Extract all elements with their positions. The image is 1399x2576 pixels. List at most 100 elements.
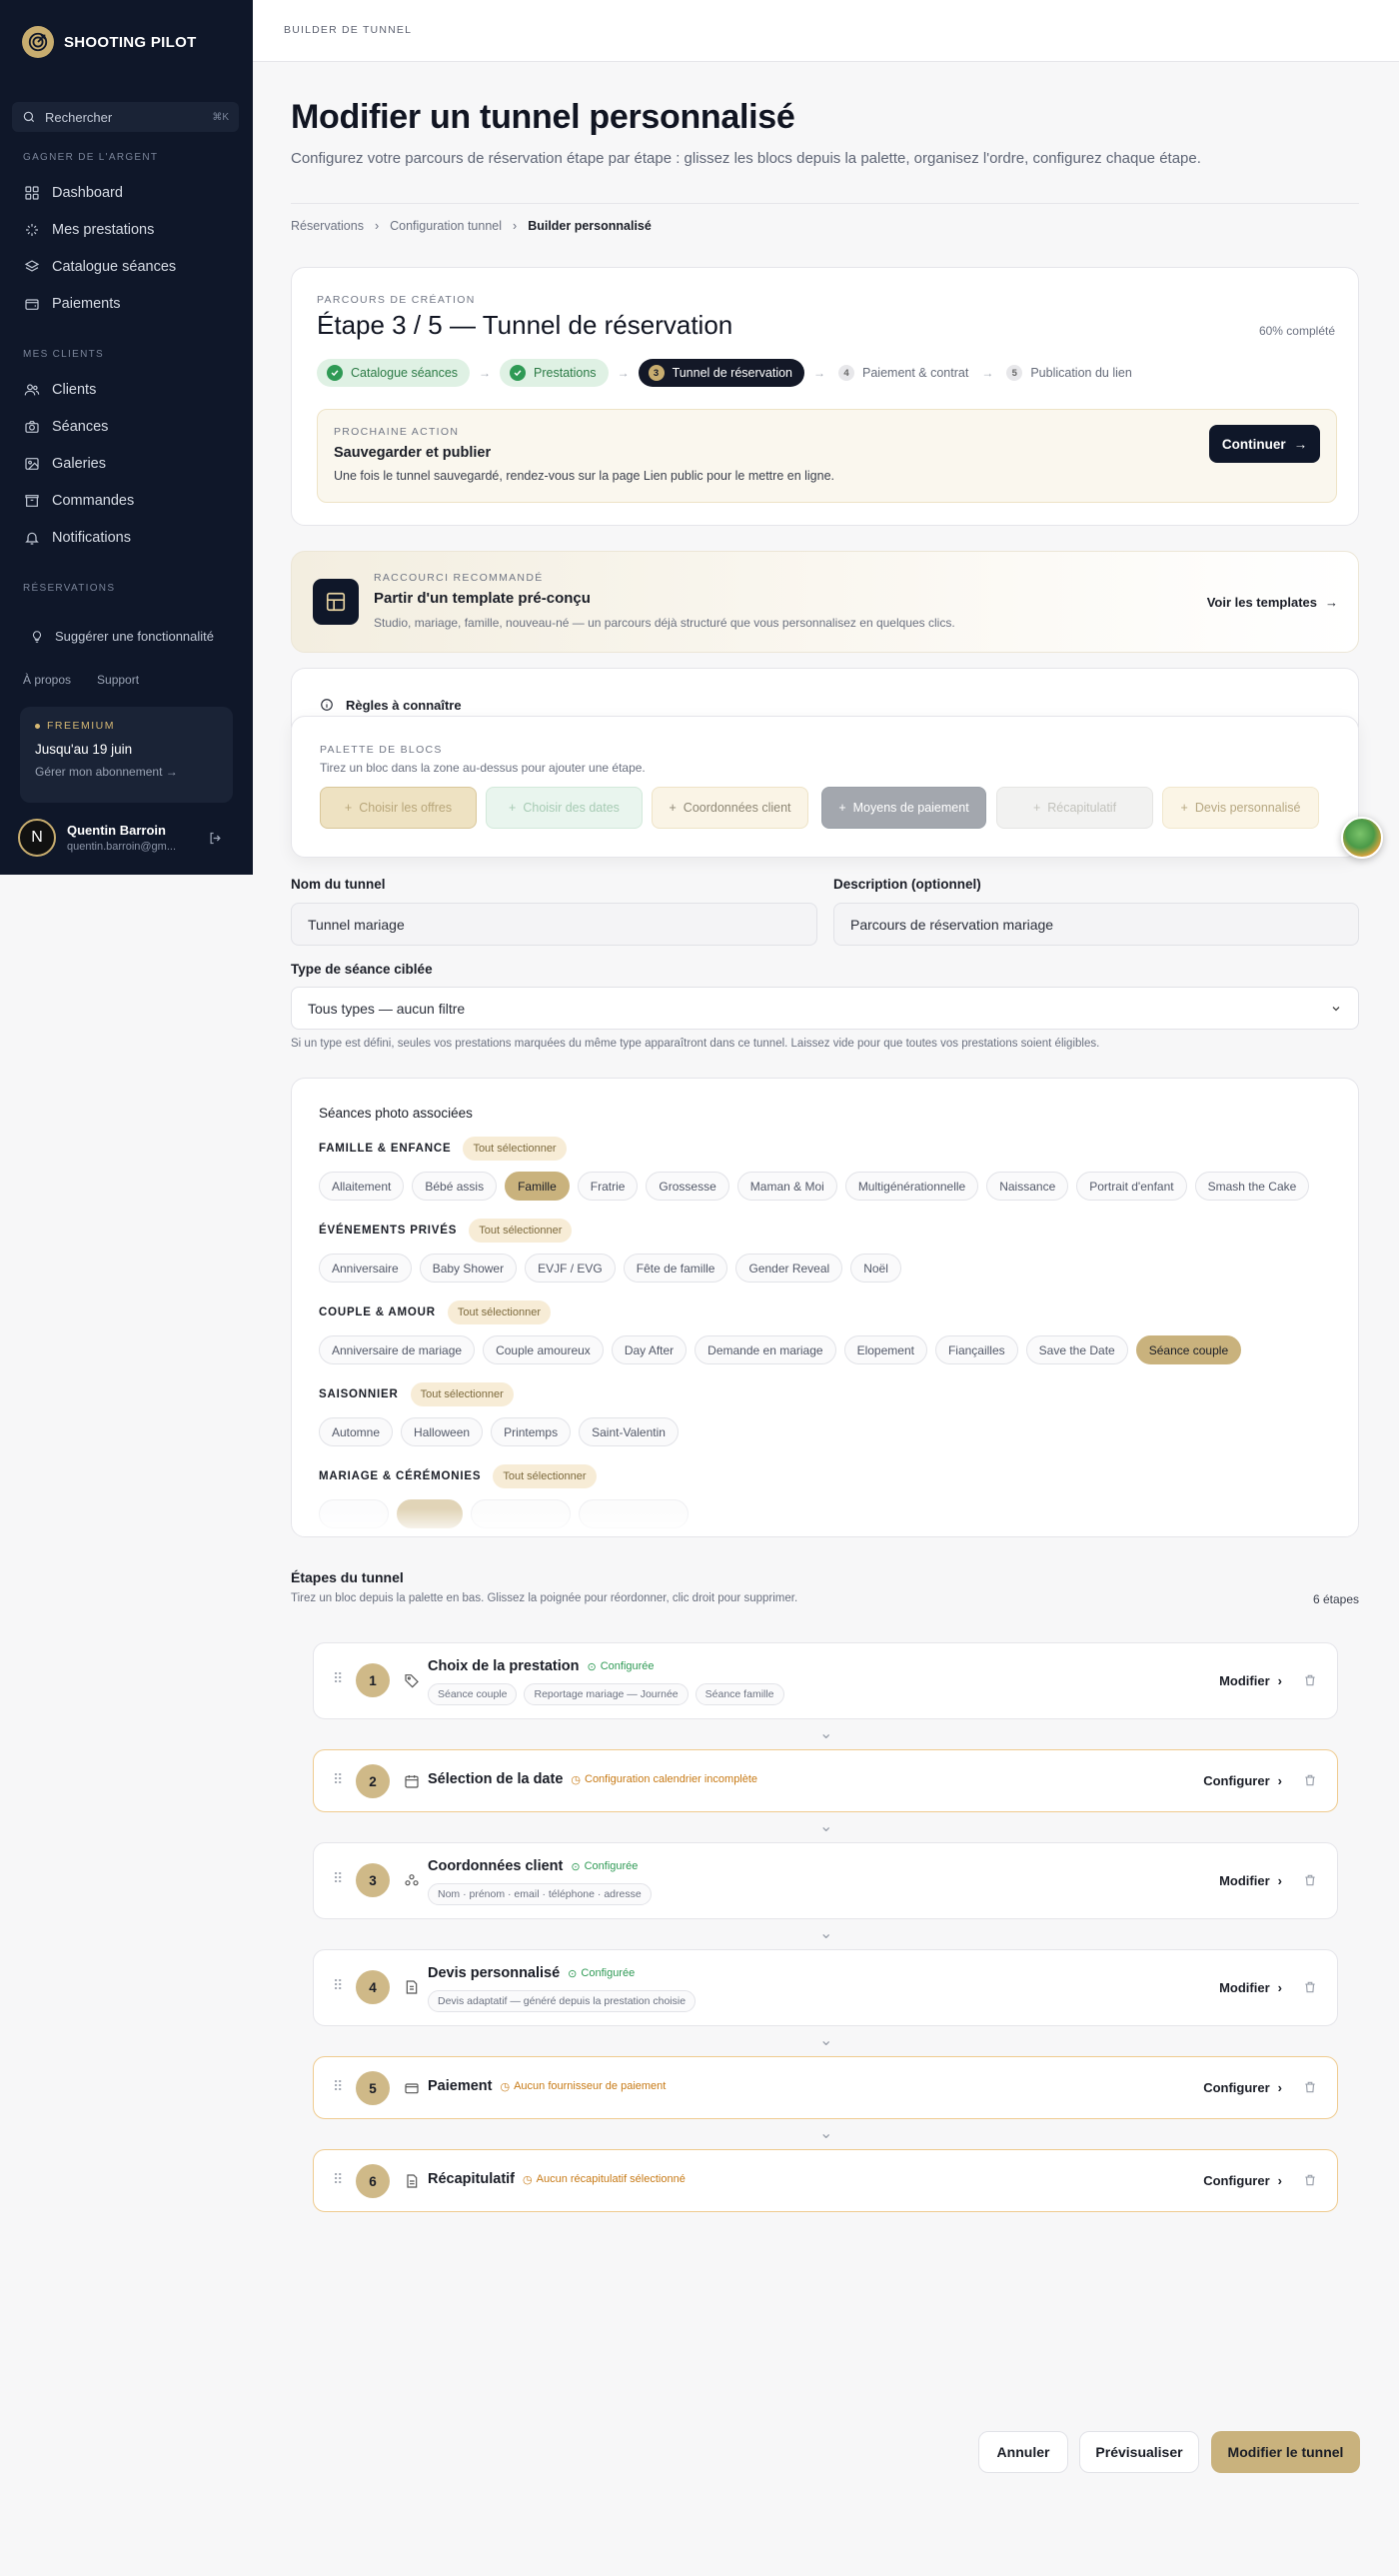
session-tag[interactable]: Séance couple — [1135, 1335, 1242, 1364]
configure-button[interactable]: Configurer › — [1203, 2080, 1282, 2095]
session-tag[interactable]: Saint-Valentin — [579, 1417, 679, 1446]
drag-handle-icon[interactable]: ⠿ — [333, 1870, 343, 1887]
session-tag[interactable]: Baby Shower — [419, 1254, 518, 1283]
configure-button[interactable]: Configurer › — [1203, 1773, 1282, 1788]
session-tag[interactable]: Fiançailles — [934, 1335, 1018, 1364]
tunnel-step-2[interactable]: ⠿ 2 Sélection de la date ◷ Configuration c… — [313, 1749, 1338, 1812]
manage-subscription-link[interactable]: Gérer mon abonnement → — [35, 765, 218, 779]
sidebar-item-seances[interactable]: Séances — [24, 415, 108, 439]
session-tag[interactable]: Day After — [611, 1335, 688, 1364]
session-tag[interactable]: Maman & Moi — [736, 1172, 837, 1201]
continue-button[interactable]: Continuer → — [1209, 425, 1320, 463]
select-all-button[interactable]: Tout sélectionner — [463, 1137, 567, 1161]
sidebar-item-paiements[interactable]: Paiements — [24, 292, 121, 316]
drag-handle-icon[interactable]: ⠿ — [333, 1977, 343, 1994]
session-tag[interactable]: Multigénérationnelle — [844, 1172, 979, 1201]
trash-icon[interactable] — [1303, 1773, 1317, 1787]
step-pill-tunnel[interactable]: 3 Tunnel de réservation — [638, 359, 805, 387]
palette-block-devis[interactable]: + Devis personnalisé — [1162, 787, 1319, 829]
session-tag[interactable]: Automne — [319, 1417, 394, 1446]
session-tag[interactable]: Famille — [505, 1172, 570, 1201]
step-pill-publication[interactable]: 5 Publication du lien — [1002, 359, 1135, 387]
session-tag[interactable]: Grossesse — [646, 1172, 729, 1201]
session-tag[interactable]: Portrait d'enfant — [1076, 1172, 1187, 1201]
breadcrumb-reservations[interactable]: Réservations — [291, 219, 364, 233]
submit-button[interactable]: Modifier le tunnel — [1211, 2431, 1360, 2473]
brand[interactable]: SHOOTING PILOT — [22, 26, 197, 58]
sidebar-item-commandes[interactable]: Commandes — [24, 489, 134, 513]
select-all-button[interactable]: Tout sélectionner — [410, 1382, 514, 1406]
step-pill-paiement[interactable]: 4 Paiement & contrat — [834, 359, 972, 387]
sidebar-item-dashboard[interactable]: Dashboard — [24, 181, 123, 205]
search-input[interactable]: Rechercher ⌘K — [12, 102, 239, 132]
trash-icon[interactable] — [1303, 1980, 1317, 1994]
session-tag[interactable]: Halloween — [401, 1417, 484, 1446]
session-tag[interactable]: Naissance — [986, 1172, 1069, 1201]
template-shortcut-card[interactable]: RACCOURCI RECOMMANDÉ Partir d'un templat… — [291, 551, 1359, 653]
tunnel-name-input[interactable]: Tunnel mariage — [291, 903, 817, 946]
step-pill-prestations[interactable]: Prestations — [500, 359, 609, 387]
support-link[interactable]: Support — [97, 673, 139, 687]
session-tag[interactable]: Anniversaire — [319, 1254, 412, 1283]
session-type-select[interactable]: Tous types — aucun filtre — [291, 987, 1359, 1030]
clock-icon: ◷ — [571, 1773, 581, 1786]
cancel-button[interactable]: Annuler — [978, 2431, 1068, 2473]
tunnel-desc-input[interactable]: Parcours de réservation mariage — [833, 903, 1359, 946]
rules-label: Règles à connaître — [346, 698, 462, 713]
session-tag[interactable]: Fête de famille — [623, 1254, 728, 1283]
select-all-button[interactable]: Tout sélectionner — [447, 1300, 551, 1324]
palette-block-paiement[interactable]: + Moyens de paiement — [821, 787, 986, 829]
trash-icon[interactable] — [1303, 2080, 1317, 2094]
session-tag[interactable]: Save the Date — [1025, 1335, 1128, 1364]
drag-handle-icon[interactable]: ⠿ — [333, 2171, 343, 2188]
modify-button[interactable]: Modifier › — [1219, 1980, 1282, 1995]
session-tag[interactable]: Gender Reveal — [735, 1254, 843, 1283]
palette-block-offres[interactable]: + Choisir les offres — [320, 787, 477, 829]
tunnel-step-1[interactable]: ⠿ 1 Choix de la prestation ⊙ Configurée Sé… — [313, 1642, 1338, 1719]
palette-block-coordonnees[interactable]: + Coordonnées client — [652, 787, 808, 829]
session-tag[interactable]: Couple amoureux — [483, 1335, 604, 1364]
session-tag[interactable]: Printemps — [491, 1417, 572, 1446]
palette-block-recapitulatif[interactable]: + Récapitulatif — [996, 787, 1153, 829]
assistant-avatar-icon[interactable] — [1341, 817, 1383, 859]
trash-icon[interactable] — [1303, 1673, 1317, 1687]
logout-icon[interactable] — [208, 831, 223, 846]
see-templates-button[interactable]: Voir les templates → — [1207, 595, 1338, 610]
arrow-right-icon: → — [617, 366, 630, 380]
tunnel-step-6[interactable]: ⠿ 6 Récapitulatif ◷ Aucun récapitulatif sé… — [313, 2149, 1338, 2212]
session-tag[interactable]: Noël — [850, 1254, 901, 1283]
session-tag[interactable]: Anniversaire de mariage — [319, 1335, 476, 1364]
session-tag[interactable]: Elopement — [843, 1335, 927, 1364]
session-tag[interactable]: Allaitement — [319, 1172, 405, 1201]
sidebar-item-prestations[interactable]: Mes prestations — [24, 218, 154, 242]
step-pill-catalogue[interactable]: Catalogue séances — [317, 359, 471, 387]
modify-button[interactable]: Modifier › — [1219, 1673, 1282, 1688]
session-tag[interactable]: Smash the Cake — [1194, 1172, 1310, 1201]
configure-button[interactable]: Configurer › — [1203, 2173, 1282, 2188]
tunnel-step-3[interactable]: ⠿ 3 Coordonnées client ⊙ Configurée Nom · … — [313, 1842, 1338, 1919]
select-all-button[interactable]: Tout sélectionner — [493, 1464, 597, 1488]
sidebar-item-notifications[interactable]: Notifications — [24, 526, 131, 550]
palette-block-dates[interactable]: + Choisir des dates — [486, 787, 643, 829]
session-tag[interactable]: Bébé assis — [412, 1172, 498, 1201]
sidebar-item-catalogue[interactable]: Catalogue séances — [24, 255, 176, 279]
sidebar-item-clients[interactable]: Clients — [24, 378, 96, 402]
breadcrumb-configuration[interactable]: Configuration tunnel — [390, 219, 502, 233]
select-all-button[interactable]: Tout sélectionner — [469, 1219, 573, 1243]
drag-handle-icon[interactable]: ⠿ — [333, 1771, 343, 1788]
trash-icon[interactable] — [1303, 2173, 1317, 2187]
session-tag[interactable]: Fratrie — [577, 1172, 639, 1201]
session-tag[interactable]: EVJF / EVG — [525, 1254, 616, 1283]
preview-button[interactable]: Prévisualiser — [1079, 2431, 1199, 2473]
session-tag[interactable]: Demande en mariage — [695, 1335, 836, 1364]
user-profile[interactable]: N Quentin Barroin quentin.barroin@gm... — [18, 819, 223, 857]
tunnel-step-5[interactable]: ⠿ 5 Paiement ◷ Aucun fournisseur de paieme… — [313, 2056, 1338, 2119]
modify-button[interactable]: Modifier › — [1219, 1873, 1282, 1888]
suggest-feature-link[interactable]: Suggérer une fonctionnalité — [30, 629, 214, 644]
tunnel-step-4[interactable]: ⠿ 4 Devis personnalisé ⊙ Configurée Devis … — [313, 1949, 1338, 2026]
drag-handle-icon[interactable]: ⠿ — [333, 1670, 343, 1687]
about-link[interactable]: À propos — [23, 673, 71, 687]
drag-handle-icon[interactable]: ⠿ — [333, 2078, 343, 2095]
trash-icon[interactable] — [1303, 1873, 1317, 1887]
sidebar-item-galeries[interactable]: Galeries — [24, 452, 106, 476]
